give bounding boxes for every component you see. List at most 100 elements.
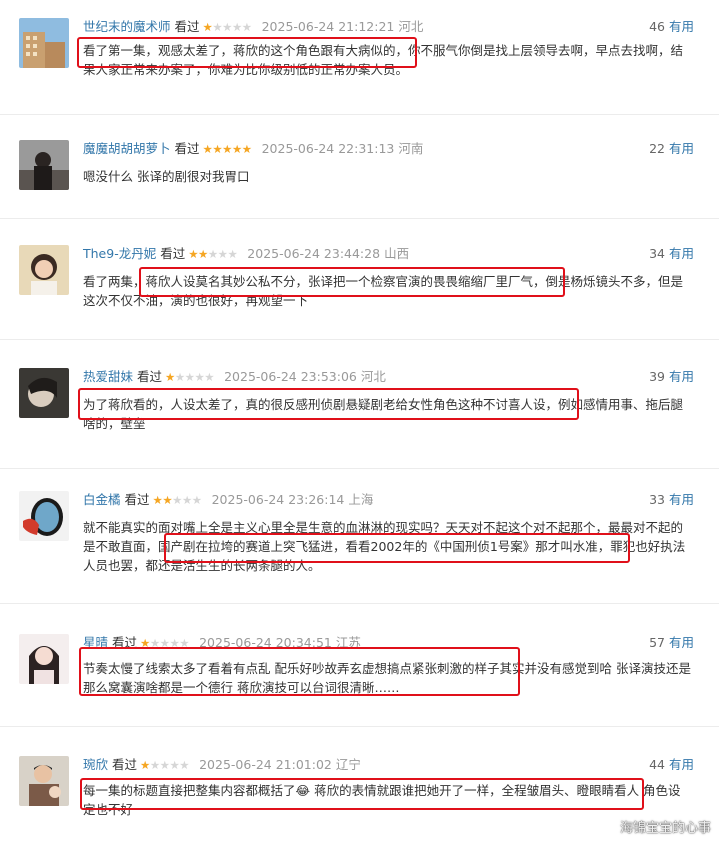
star-empty-icon: ★ [191, 493, 202, 507]
useful-button[interactable]: 有用 [669, 246, 694, 261]
vote-area: 44 有用 [649, 756, 694, 774]
star-empty-icon: ★ [174, 370, 185, 384]
star-rating: ★★★★★ [140, 756, 190, 774]
vote-count: 33 [649, 492, 665, 507]
star-empty-icon: ★ [169, 636, 180, 650]
star-rating: ★★★★★ [203, 140, 253, 158]
star-filled-icon: ★ [212, 142, 223, 156]
review-time: 2025-06-24 20:34:51 [199, 635, 332, 650]
avatar[interactable] [19, 245, 69, 295]
review-meta: The9-龙丹妮 看过 ★★★★★ 2025-06-24 23:44:28 山西 [83, 245, 409, 263]
watch-status: 看过 [112, 757, 138, 772]
username-link[interactable]: 世纪末的魔术师 [83, 19, 171, 34]
review-text: 就不能真实的面对嘴上全是主义心里全是生意的血淋淋的现实吗？天天对不起这个对不起那… [83, 520, 686, 573]
useful-button[interactable]: 有用 [669, 757, 694, 772]
star-filled-icon: ★ [202, 20, 213, 34]
username-link[interactable]: 琬欣 [83, 757, 108, 772]
vote-count: 57 [649, 635, 665, 650]
avatar[interactable] [19, 491, 69, 541]
vote-count: 34 [649, 246, 665, 261]
star-empty-icon: ★ [159, 636, 170, 650]
star-empty-icon: ★ [159, 758, 170, 772]
vote-count: 22 [649, 141, 665, 156]
star-empty-icon: ★ [241, 20, 252, 34]
review-item: 世纪末的魔术师 看过 ★★★★★ 2025-06-24 21:12:21 河北 46 有用… [0, 18, 719, 115]
review-item: The9-龙丹妮 看过 ★★★★★ 2025-06-24 23:44:28 山西 34 有… [0, 245, 719, 340]
vote-count: 39 [649, 369, 665, 384]
useful-button[interactable]: 有用 [669, 369, 694, 384]
star-filled-icon: ★ [165, 370, 175, 384]
avatar[interactable] [19, 634, 69, 684]
vote-area: 39 有用 [649, 368, 694, 386]
review-location: 江苏 [335, 635, 361, 650]
vote-count: 44 [649, 757, 665, 772]
star-empty-icon: ★ [212, 20, 223, 34]
watch-status: 看过 [112, 635, 138, 650]
star-empty-icon: ★ [207, 247, 218, 261]
star-empty-icon: ★ [179, 758, 190, 772]
review-text: 看了第一集，观感太差了，蒋欣的这个角色跟有大病似的，你不服气你倒是找上层领导去啊… [83, 43, 684, 77]
username-link[interactable]: 白金橘 [83, 492, 121, 507]
star-filled-icon: ★ [140, 758, 150, 772]
review-text: 为了蒋欣看的，人设太差了，真的很反感刑侦剧悬疑剧老给女性角色这种不讨喜人设，例如… [83, 397, 684, 431]
star-empty-icon: ★ [172, 493, 182, 507]
star-filled-icon: ★ [140, 636, 150, 650]
star-empty-icon: ★ [194, 370, 205, 384]
useful-button[interactable]: 有用 [669, 141, 694, 156]
avatar[interactable] [19, 756, 69, 806]
review-time: 2025-06-24 23:26:14 [211, 492, 345, 507]
star-filled-icon: ★ [231, 142, 242, 156]
watch-status: 看过 [160, 246, 186, 261]
star-empty-icon: ★ [204, 370, 215, 384]
review-time: 2025-06-24 23:53:06 [224, 369, 357, 384]
review-item: 星晴 看过 ★★★★★ 2025-06-24 20:34:51 江苏 57 有用 节奏太慢… [0, 634, 719, 727]
username-link[interactable]: 魔魔胡胡胡萝卜 [83, 141, 171, 156]
review-meta: 白金橘 看过 ★★★★★ 2025-06-24 23:26:14 上海 [83, 491, 373, 509]
watermark: 海锦宝宝的心事 [619, 821, 711, 836]
star-empty-icon: ★ [149, 636, 160, 650]
watch-status: 看过 [137, 369, 163, 384]
vote-count: 46 [649, 19, 665, 34]
useful-button[interactable]: 有用 [669, 635, 694, 650]
avatar[interactable] [19, 368, 69, 418]
review-item: 魔魔胡胡胡萝卜 看过 ★★★★★ 2025-06-24 22:31:13 河南 22 有用… [0, 140, 719, 219]
review-meta: 魔魔胡胡胡萝卜 看过 ★★★★★ 2025-06-24 22:31:13 河南 [83, 140, 423, 158]
review-meta: 热爱甜妹 看过 ★★★★★ 2025-06-24 23:53:06 河北 [83, 368, 386, 386]
review-time: 2025-06-24 21:01:02 [199, 757, 332, 772]
username-link[interactable]: The9-龙丹妮 [83, 246, 156, 261]
vote-area: 22 有用 [649, 140, 694, 158]
avatar[interactable] [19, 140, 69, 190]
star-empty-icon: ★ [227, 247, 238, 261]
star-empty-icon: ★ [217, 247, 228, 261]
review-meta: 琬欣 看过 ★★★★★ 2025-06-24 21:01:02 辽宁 [83, 756, 361, 774]
star-filled-icon: ★ [198, 247, 208, 261]
star-empty-icon: ★ [169, 758, 180, 772]
review-text: 节奏太慢了线索太多了看着有点乱 配乐好吵故弄玄虚想搞点紧张刺激的样子其实并没有感… [83, 661, 691, 695]
review-text: 嗯没什么 张译的剧很对我胃口 [83, 169, 250, 184]
star-rating: ★★★★★ [140, 634, 190, 652]
useful-button[interactable]: 有用 [669, 492, 694, 507]
star-filled-icon: ★ [188, 247, 199, 261]
review-text: 每一集的标题直接把整集内容都概括了😂 蒋欣的表情就跟谁把她开了一样，全程皱眉头、… [83, 783, 681, 817]
review-location: 河北 [398, 19, 424, 34]
review-item: 热爱甜妹 看过 ★★★★★ 2025-06-24 23:53:06 河北 39 有用 为了… [0, 368, 719, 469]
star-empty-icon: ★ [179, 636, 190, 650]
review-time: 2025-06-24 22:31:13 [261, 141, 395, 156]
review-item: 琬欣 看过 ★★★★★ 2025-06-24 21:01:02 辽宁 44 有用 每一集的… [0, 756, 719, 844]
username-link[interactable]: 星晴 [83, 635, 108, 650]
star-filled-icon: ★ [241, 142, 252, 156]
star-empty-icon: ★ [231, 20, 242, 34]
username-link[interactable]: 热爱甜妹 [83, 369, 133, 384]
review-location: 河南 [398, 141, 424, 156]
star-filled-icon: ★ [222, 142, 232, 156]
watch-status: 看过 [174, 141, 200, 156]
star-rating: ★★★★★ [153, 491, 203, 509]
review-time: 2025-06-24 23:44:28 [247, 246, 381, 261]
star-empty-icon: ★ [149, 758, 160, 772]
avatar[interactable] [19, 18, 69, 68]
review-location: 上海 [348, 492, 374, 507]
review-item: 白金橘 看过 ★★★★★ 2025-06-24 23:26:14 上海 33 有用 就不能… [0, 491, 719, 604]
useful-button[interactable]: 有用 [669, 19, 694, 34]
review-meta: 世纪末的魔术师 看过 ★★★★★ 2025-06-24 21:12:21 河北 [83, 18, 423, 36]
vote-area: 46 有用 [649, 18, 694, 36]
